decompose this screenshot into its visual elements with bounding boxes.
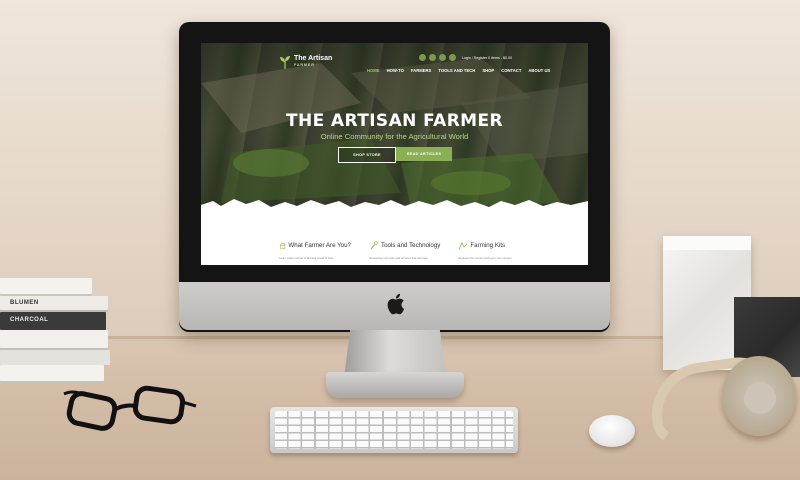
headphones-cup-center [744,382,776,414]
book [0,278,92,296]
sprout-icon [280,56,290,69]
hero-subtitle: Online Community for the Agricultural Wo… [320,132,469,141]
book [0,330,108,350]
nav-item-about[interactable]: ABOUT US [528,68,550,73]
shop-store-button[interactable]: SHOP STORE [338,147,396,163]
nav-item-how-to[interactable]: HOW-TO [387,68,404,73]
hero-title: THE ARTISAN FARMER [285,111,504,131]
book-spine-text: CHARCOAL [10,317,49,323]
kit-icon [459,242,468,250]
book-spine-text: BLUMEN [10,300,39,306]
book: CHARCOAL [0,312,106,330]
marble-cube-top [663,236,751,250]
topbar: Login / Register 0 items - $0.00 [419,54,512,61]
logo-subtitle: FARMER [294,63,315,67]
feature-row: What Farmer Are You? Learn what method o… [279,241,519,260]
nav-item-farmers[interactable]: FARMERS [411,68,431,73]
main-nav: HOME HOW-TO FARMERS TOOLS AND TECH SHOP … [367,68,550,73]
instagram-icon[interactable] [439,54,446,61]
keyboard-keys [275,411,513,449]
torn-paper-divider [201,199,588,221]
read-articles-button[interactable]: READ ARTICLES [396,147,452,161]
twitter-icon[interactable] [429,54,436,61]
apple-logo-icon [387,293,405,315]
imac-stand-foot [326,372,464,398]
book [0,365,104,383]
feature-title: Farming Kits [470,242,506,249]
imac-stand-neck [344,330,446,378]
magic-mouse [589,415,635,447]
site-logo[interactable]: The Artisan FARMER [279,55,332,69]
feature-title: What Farmer Are You? [288,242,351,249]
feature-card[interactable]: Tools and Technology Reviewing new tools… [369,241,440,260]
youtube-icon[interactable] [449,54,456,61]
feature-description: Reviewing new tools and services that ca… [369,256,428,260]
facebook-icon[interactable] [419,54,426,61]
nav-item-tools[interactable]: TOOLS AND TECH [438,68,475,73]
imac-screen: The Artisan FARMER Login / Register 0 it… [201,43,588,265]
nav-item-shop[interactable]: SHOP [482,68,494,73]
nav-item-home[interactable]: HOME [367,68,380,73]
logo-name: The Artisan [294,55,333,62]
tools-icon [370,241,378,250]
farmer-icon [279,242,286,249]
nav-item-contact[interactable]: CONTACT [501,68,521,73]
feature-description: Learn what method of farming would fit b… [279,256,334,260]
feature-title: Tools and Technology [381,242,441,249]
feature-card[interactable]: Farming Kits Replace this content with y… [458,241,519,260]
feature-description: Replace this content with your own conte… [458,256,512,260]
eyeglasses-icon [63,385,197,431]
book: BLUMEN [0,296,108,312]
feature-card[interactable]: What Farmer Are You? Learn what method o… [279,241,351,260]
book [0,350,110,365]
account-cart-links[interactable]: Login / Register 0 items - $0.00 [462,56,512,60]
